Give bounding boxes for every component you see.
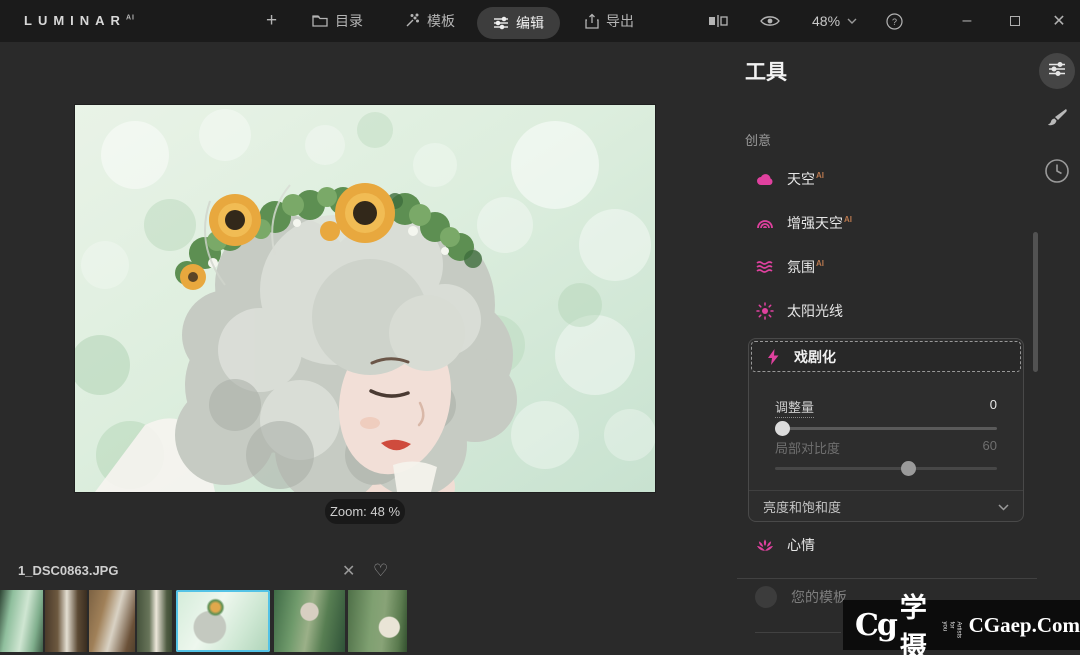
amount-slider: 调整量 0	[775, 397, 997, 430]
tab-templates-label: 模板	[427, 11, 455, 31]
clock-icon	[1044, 158, 1070, 189]
help-button[interactable]: ?	[886, 0, 903, 42]
tool-label: 太阳光线	[787, 301, 843, 321]
history-rail-button[interactable]	[1044, 158, 1070, 189]
slider-track[interactable]	[775, 467, 997, 470]
chevron-down-icon	[847, 18, 857, 24]
export-button[interactable]: 导出	[585, 0, 634, 42]
folder-icon	[312, 14, 328, 28]
tool-label: 天空AI	[787, 169, 824, 189]
help-icon: ?	[886, 13, 903, 30]
brightness-saturation-expander[interactable]: 亮度和饱和度	[749, 490, 1023, 521]
lightning-icon	[764, 348, 782, 366]
waves-icon	[756, 258, 774, 276]
tool-atmosphere-ai[interactable]: 氛围AI	[756, 257, 824, 277]
thumbnail[interactable]	[89, 590, 135, 652]
chevron-down-icon	[998, 499, 1009, 514]
sidebar-rail	[1039, 53, 1075, 189]
sliders-icon	[493, 16, 509, 30]
maximize-icon	[1010, 16, 1020, 26]
minimize-button[interactable]: –	[952, 0, 982, 42]
divider	[737, 578, 1037, 579]
zoom-status-badge: Zoom: 48 %	[325, 499, 405, 524]
wand-icon	[404, 13, 420, 29]
watermark-site: CGaep.Com	[969, 613, 1080, 638]
zoom-level-dropdown[interactable]: 48%	[812, 0, 857, 42]
sliders-icon	[1048, 61, 1066, 82]
slider-knob[interactable]	[775, 421, 790, 436]
thumbnail[interactable]	[137, 590, 172, 652]
tool-label: 氛围AI	[787, 257, 824, 277]
add-photos-button[interactable]: +	[266, 0, 277, 42]
eye-icon	[760, 14, 780, 28]
cloud-icon	[756, 170, 774, 188]
dramatic-panel: 戏剧化 调整量 0 局部对比度 60 亮度和饱和度	[748, 338, 1024, 522]
thumbnail[interactable]	[348, 590, 407, 652]
tab-catalog-label: 目录	[335, 11, 363, 31]
app-window: LUMINARAI + 目录 模板 编辑 导出	[0, 0, 1080, 655]
slider-label: 局部对比度	[775, 438, 840, 458]
adjustments-rail-button[interactable]	[1039, 53, 1075, 89]
thumbnail[interactable]	[274, 590, 345, 652]
zoom-level-value: 48%	[812, 13, 840, 29]
slider-knob[interactable]	[901, 461, 916, 476]
app-logo: LUMINARAI	[24, 13, 135, 28]
sidebar-scrollbar[interactable]	[1033, 232, 1038, 372]
tool-sky-ai[interactable]: 天空AI	[756, 169, 824, 189]
thumbnail[interactable]	[45, 590, 87, 652]
tool-augmented-sky-ai[interactable]: 增强天空AI	[756, 213, 852, 233]
sidebar-title: 工具	[745, 56, 787, 86]
compare-button[interactable]	[708, 0, 728, 42]
tab-catalog[interactable]: 目录	[312, 0, 363, 42]
export-label: 导出	[606, 11, 634, 31]
thumbnail-selected[interactable]	[176, 590, 270, 652]
tool-dramatic-header[interactable]: 戏剧化	[751, 341, 1021, 372]
watermark-text: 学摄	[900, 586, 945, 655]
slider-label: 调整量	[775, 397, 814, 418]
close-button[interactable]: ✕	[1044, 0, 1074, 42]
tab-edit-active[interactable]: 编辑	[477, 7, 560, 39]
compare-icon	[708, 14, 728, 28]
titlebar: LUMINARAI + 目录 模板 编辑 导出	[0, 0, 1080, 42]
brush-icon	[1046, 107, 1068, 134]
divider	[755, 632, 841, 633]
watermark-logo: Cg	[855, 608, 896, 643]
svg-text:?: ?	[892, 17, 897, 27]
remove-photo-button[interactable]: ✕	[342, 561, 355, 581]
share-icon	[585, 13, 599, 29]
watermark: Cg 学摄 Artists for you CGaep.Com	[843, 600, 1080, 650]
lotus-icon	[756, 536, 774, 554]
slider-value: 0	[990, 397, 997, 418]
watermark-tagline: Artists for you	[940, 621, 961, 629]
tab-templates[interactable]: 模板	[404, 0, 455, 42]
preview-toggle[interactable]	[760, 0, 780, 42]
tool-sunrays[interactable]: 太阳光线	[756, 301, 843, 321]
tool-mood[interactable]: 心情	[756, 535, 815, 555]
sky-arcs-icon	[756, 214, 774, 232]
slider-track[interactable]	[775, 427, 997, 430]
your-templates-row[interactable]: 您的模板	[755, 586, 847, 608]
photo-canvas[interactable]	[75, 105, 655, 492]
template-circle-icon	[755, 586, 777, 608]
tool-label: 增强天空AI	[787, 213, 852, 233]
filmstrip-filename: 1_DSC0863.JPG	[18, 563, 118, 578]
slider-value: 60	[983, 438, 997, 458]
tool-label: 心情	[787, 535, 815, 555]
local-contrast-slider: 局部对比度 60	[775, 438, 997, 470]
sun-icon	[756, 302, 774, 320]
panel-title: 戏剧化	[794, 347, 836, 367]
maximize-button[interactable]	[1000, 0, 1030, 42]
brush-rail-button[interactable]	[1046, 107, 1068, 134]
tab-edit-label: 编辑	[516, 13, 544, 33]
thumbnail[interactable]	[0, 590, 43, 652]
favorite-heart-button[interactable]: ♡	[373, 561, 388, 581]
sidebar-section-label: 创意	[745, 130, 771, 149]
